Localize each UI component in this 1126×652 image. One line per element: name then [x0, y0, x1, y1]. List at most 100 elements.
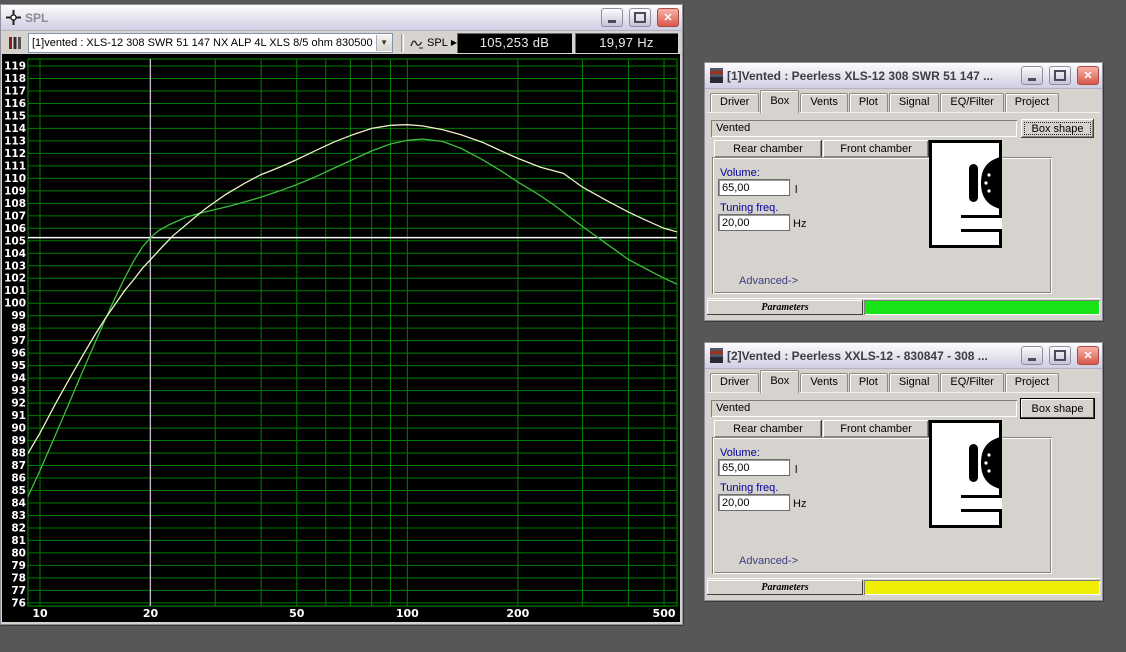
tuning-unit: Hz	[793, 498, 807, 510]
svg-text:112: 112	[4, 148, 26, 160]
svg-text:110: 110	[4, 173, 26, 185]
svg-text:93: 93	[11, 385, 26, 397]
svg-text:80: 80	[11, 547, 26, 559]
enclosure-type-field[interactable]: Vented	[711, 120, 1017, 137]
svg-text:113: 113	[4, 135, 26, 147]
tab-box[interactable]: Box	[760, 370, 800, 393]
svg-text:119: 119	[4, 61, 26, 73]
svg-text:96: 96	[11, 348, 26, 360]
rear-chamber-button[interactable]: Rear chamber	[714, 140, 822, 158]
spl-window: SPL ✕ [1]vented : XLS-12 308 SWR 51 147 …	[0, 4, 683, 625]
spl-plot[interactable]: 7677787980818283848586878889909192939495…	[2, 54, 680, 622]
spl-toolbar: [1]vented : XLS-12 308 SWR 51 147 NX ALP…	[1, 31, 682, 55]
curve-selector-value: [1]vented : XLS-12 308 SWR 51 147 NX ALP…	[32, 36, 373, 49]
svg-text:106: 106	[4, 223, 26, 235]
svg-text:104: 104	[4, 248, 26, 260]
status-bar: Parameters	[707, 298, 1100, 316]
box-shape-button[interactable]: Box shape	[1021, 119, 1094, 138]
svg-text:114: 114	[4, 123, 26, 135]
advanced-link[interactable]: Advanced->	[739, 275, 798, 287]
spl-db-readout: 105,253 dB	[457, 32, 572, 53]
svg-text:98: 98	[11, 323, 26, 335]
tuning-unit: Hz	[793, 218, 807, 230]
curve-selector-dropdown[interactable]: [1]vented : XLS-12 308 SWR 51 147 NX ALP…	[28, 32, 393, 53]
maximize-button[interactable]	[629, 8, 651, 27]
svg-text:107: 107	[4, 210, 26, 222]
front-chamber-button[interactable]: Front chamber	[823, 140, 929, 158]
svg-text:109: 109	[4, 185, 26, 197]
volume-input[interactable]	[718, 179, 790, 196]
svg-text:82: 82	[11, 522, 26, 534]
design-window-2: [2]Vented : Peerless XXLS-12 - 830847 - …	[704, 342, 1103, 601]
svg-text:94: 94	[11, 373, 26, 385]
svg-text:115: 115	[4, 110, 26, 122]
desktop: { "desktop": {"background": "#575757"}, …	[0, 0, 1126, 652]
parameters-button[interactable]: Parameters	[707, 580, 863, 595]
tuning-freq-input[interactable]	[718, 214, 790, 231]
volume-unit: l	[795, 464, 798, 476]
window-title: SPL	[25, 10, 49, 25]
tab-box[interactable]: Box	[760, 90, 800, 113]
svg-text:116: 116	[4, 98, 26, 110]
volume-unit: l	[795, 184, 798, 196]
svg-text:84: 84	[11, 497, 26, 509]
svg-text:101: 101	[4, 285, 26, 297]
svg-text:90: 90	[11, 423, 26, 435]
svg-text:92: 92	[11, 398, 26, 410]
svg-text:105: 105	[4, 235, 26, 247]
close-button[interactable]: ✕	[657, 8, 679, 27]
frequency-readout: 19,97 Hz	[575, 32, 678, 53]
svg-text:76: 76	[11, 597, 26, 609]
port-icon	[961, 495, 1002, 498]
plot-type-label: SPL	[427, 36, 448, 49]
svg-text:50: 50	[289, 607, 305, 620]
progress-bar	[864, 300, 1100, 315]
svg-text:500: 500	[653, 607, 676, 620]
curve-list-icon	[9, 36, 21, 49]
svg-text:117: 117	[4, 85, 26, 97]
svg-text:118: 118	[4, 73, 26, 85]
tuning-freq-input[interactable]	[718, 494, 790, 511]
toolbar-separator	[400, 33, 405, 52]
minimize-button[interactable]	[601, 8, 623, 27]
tuning-freq-label: Tuning freq.	[720, 482, 779, 494]
front-chamber-button[interactable]: Front chamber	[823, 420, 929, 438]
svg-text:87: 87	[11, 460, 26, 472]
svg-text:89: 89	[11, 435, 26, 447]
enclosure-type-field[interactable]: Vented	[711, 400, 1017, 417]
svg-text:95: 95	[11, 360, 26, 372]
svg-text:99: 99	[11, 310, 26, 322]
svg-text:200: 200	[506, 607, 529, 620]
box-shape-button[interactable]: Box shape	[1021, 399, 1094, 418]
tuning-freq-label: Tuning freq.	[720, 202, 779, 214]
rear-chamber-button[interactable]: Rear chamber	[714, 420, 822, 438]
box-diagram	[929, 140, 1002, 248]
volume-input[interactable]	[718, 459, 790, 476]
svg-text:79: 79	[11, 560, 26, 572]
waveform-icon	[410, 39, 424, 48]
crosshair-icon	[6, 10, 21, 25]
port-icon	[961, 215, 1002, 218]
svg-text:97: 97	[11, 335, 26, 347]
svg-text:78: 78	[11, 572, 26, 584]
svg-text:102: 102	[4, 273, 26, 285]
spl-window-titlebar[interactable]: SPL ✕	[1, 5, 682, 31]
svg-text:86: 86	[11, 473, 26, 485]
plot-type-menu[interactable]: SPL ▶	[410, 37, 457, 49]
volume-label: Volume:	[720, 447, 760, 459]
advanced-link[interactable]: Advanced->	[739, 555, 798, 567]
driver-magnet-icon	[969, 164, 978, 202]
svg-text:83: 83	[11, 510, 26, 522]
svg-text:20: 20	[143, 607, 159, 620]
parameters-button[interactable]: Parameters	[707, 300, 863, 315]
progress-bar	[864, 580, 1100, 595]
svg-text:77: 77	[11, 585, 26, 597]
volume-label: Volume:	[720, 167, 760, 179]
box-diagram	[929, 420, 1002, 528]
chevron-down-icon[interactable]: ▼	[375, 34, 392, 51]
svg-text:10: 10	[32, 607, 48, 620]
svg-text:111: 111	[4, 160, 26, 172]
spl-chart[interactable]: 76 77 78 79 80 81 82 83 84 85 86 87 88 89 90 91 92 93 94 95…	[2, 54, 680, 622]
svg-text:108: 108	[4, 198, 26, 210]
svg-text:91: 91	[11, 410, 26, 422]
